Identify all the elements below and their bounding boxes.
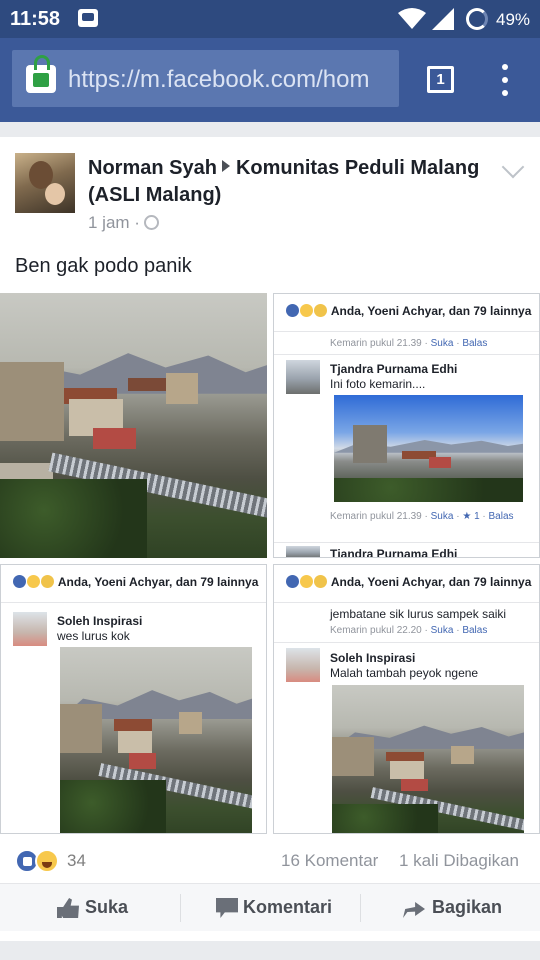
author-avatar[interactable] xyxy=(15,153,75,213)
post-header: Norman Syah Komunitas Peduli Malang (ASLI… xyxy=(88,155,498,209)
comment-button[interactable]: Komentari xyxy=(180,884,360,932)
status-bar: 11:58 49% xyxy=(0,0,540,38)
reaction-count: 34 xyxy=(67,851,86,870)
battery-percent: 49% xyxy=(496,10,531,29)
reaction-summary: Anda, Yoeni Achyar, dan 79 lainnya xyxy=(286,304,531,318)
share-arrow-icon xyxy=(403,902,425,918)
globe-icon xyxy=(143,215,159,230)
post-text: Ben gak podo panik xyxy=(15,255,192,277)
post-time[interactable]: 1 jam · xyxy=(88,213,159,233)
bbm-notification-icon xyxy=(78,9,98,27)
post-photo-1[interactable] xyxy=(0,293,267,558)
share-label: Bagikan xyxy=(432,897,503,917)
address-bar[interactable]: https://m.facebook.com/hom xyxy=(12,50,399,107)
clock: 11:58 xyxy=(10,8,61,30)
thumbs-up-icon xyxy=(57,898,79,918)
like-button[interactable]: Suka xyxy=(0,884,180,932)
arrow-right-icon xyxy=(221,160,230,172)
post-time-text: 1 jam · xyxy=(88,213,140,232)
post-card: Norman Syah Komunitas Peduli Malang (ASLI… xyxy=(0,137,540,941)
overflow-menu-icon[interactable] xyxy=(497,64,513,96)
chevron-down-icon[interactable] xyxy=(501,155,525,179)
lock-icon xyxy=(26,55,56,93)
post-photo-2[interactable]: Anda, Yoeni Achyar, dan 79 lainnya Kemar… xyxy=(273,293,540,558)
battery-icon xyxy=(466,8,488,30)
browser-toolbar: https://m.facebook.com/hom 1 xyxy=(0,38,540,122)
tab-switcher-button[interactable]: 1 xyxy=(427,66,454,93)
url-text: https://m.facebook.com/hom xyxy=(68,66,370,93)
haha-reaction-icon xyxy=(35,849,59,873)
action-bar: Suka Komentari Bagikan xyxy=(0,883,540,931)
comment-label: Komentari xyxy=(243,897,333,917)
reaction-summary: Anda, Yoeni Achyar, dan 79 lainnya xyxy=(286,575,531,589)
comments-count[interactable]: 16 Komentar xyxy=(281,851,378,871)
share-button[interactable]: Bagikan xyxy=(360,884,540,932)
shares-count[interactable]: 1 kali Dibagikan xyxy=(399,851,519,871)
post-photo-4[interactable]: Anda, Yoeni Achyar, dan 79 lainnya jemba… xyxy=(273,564,540,834)
author-name[interactable]: Norman Syah xyxy=(88,157,217,179)
like-label: Suka xyxy=(85,897,129,917)
wifi-icon xyxy=(398,8,426,29)
post-photo-3[interactable]: Anda, Yoeni Achyar, dan 79 lainnya Soleh… xyxy=(0,564,267,834)
reaction-summary: Anda, Yoeni Achyar, dan 79 lainnya xyxy=(13,575,258,589)
signal-icon xyxy=(432,8,454,30)
comment-icon xyxy=(216,898,238,918)
